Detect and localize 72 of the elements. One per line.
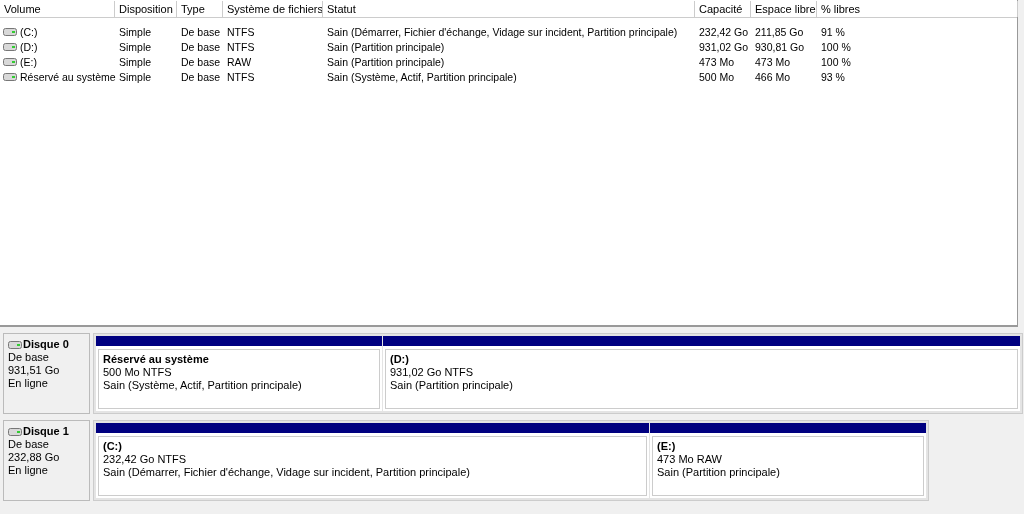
table-cell-text: 91 % <box>820 25 846 38</box>
table-cell-text: 232,42 Go <box>698 25 750 38</box>
table-cell-text: 100 % <box>820 40 852 53</box>
table-cell-text: NTFS <box>226 70 256 83</box>
column-header[interactable]: Volume <box>0 0 115 17</box>
table-cell-text: De base <box>180 70 222 83</box>
partition-status: Sain (Partition principale) <box>390 379 514 392</box>
column-header[interactable]: Espace libre <box>751 0 817 17</box>
table-cell-text: Simple <box>118 40 153 53</box>
disk-type: De base <box>8 351 50 364</box>
drive-icon <box>8 427 22 436</box>
partition-block[interactable]: Réservé au système 500 Mo NTFS Sain (Système, Actif, Partition principale) <box>96 336 382 411</box>
table-cell: (C:) <box>20 25 38 38</box>
table-cell-text: NTFS <box>226 40 256 53</box>
table-cell-text: 931,02 Go <box>698 40 750 53</box>
partition-status: Sain (Partition principale) <box>657 466 781 479</box>
partition-size: 931,02 Go NTFS <box>390 366 475 379</box>
table-cell-text: Sain (Système, Actif, Partition principale) <box>326 70 518 83</box>
table-cell-text: 100 % <box>820 55 852 68</box>
table-cell-text: De base <box>180 40 222 53</box>
partition-size: 473 Mo RAW <box>657 453 723 466</box>
table-cell-text: Sain (Démarrer, Fichier d'échange, Vidage sur incident, Partition principale) <box>326 25 679 38</box>
partition-name: Réservé au système <box>103 353 210 366</box>
partition-size: 500 Mo NTFS <box>103 366 173 379</box>
partition-status: Sain (Démarrer, Fichier d'échange, Vidage sur incident, Partition principale) <box>103 466 471 479</box>
partition-block[interactable]: (C:) 232,42 Go NTFS Sain (Démarrer, Fichier d'échange, Vidage sur incident, Partition principale) <box>96 423 649 498</box>
disk-info-panel[interactable]: Disque 1 De base 232,88 Go En ligne <box>3 420 90 501</box>
disk-name: Disque 0 <box>23 338 69 351</box>
partition-name: (E:) <box>657 440 677 453</box>
partition-name: (C:) <box>103 440 123 453</box>
table-cell-text: Simple <box>118 55 153 68</box>
column-header[interactable]: Statut <box>323 0 695 17</box>
partition-size: 232,42 Go NTFS <box>103 453 188 466</box>
disk-size: 931,51 Go <box>8 364 61 377</box>
table-cell-text: 930,81 Go <box>754 40 806 53</box>
table-cell-text: De base <box>180 25 222 38</box>
column-header[interactable]: Capacité <box>695 0 751 17</box>
drive-icon <box>3 27 17 36</box>
partition-status: Sain (Système, Actif, Partition principale) <box>103 379 303 392</box>
disk-name: Disque 1 <box>23 425 69 438</box>
table-cell-text: Simple <box>118 70 153 83</box>
table-cell-text: Simple <box>118 25 153 38</box>
table-cell: (D:) <box>20 40 38 53</box>
column-header[interactable]: Type <box>177 0 223 17</box>
table-cell-text: RAW <box>226 55 253 68</box>
column-header[interactable]: % libres <box>817 0 1018 17</box>
drive-icon <box>3 57 17 66</box>
drive-icon <box>3 42 17 51</box>
table-cell-text: 473 Mo <box>754 55 792 68</box>
table-cell-text: Sain (Partition principale) <box>326 55 446 68</box>
disk-type: De base <box>8 438 50 451</box>
table-cell: (E:) <box>20 55 37 68</box>
partition-block[interactable]: (D:) 931,02 Go NTFS Sain (Partition principale) <box>383 336 1020 411</box>
table-cell-text: De base <box>180 55 222 68</box>
column-header[interactable]: Disposition <box>115 0 177 17</box>
drive-icon <box>3 72 17 81</box>
table-cell-text: 500 Mo <box>698 70 736 83</box>
table-cell-text: 211,85 Go <box>754 25 805 38</box>
disk-info-panel[interactable]: Disque 0 De base 931,51 Go En ligne <box>3 333 90 414</box>
disk-size: 232,88 Go <box>8 451 61 464</box>
disk-status: En ligne <box>8 464 49 477</box>
partition-block[interactable]: (E:) 473 Mo RAW Sain (Partition principale) <box>650 423 926 498</box>
disk-status: En ligne <box>8 377 49 390</box>
drive-icon <box>8 340 22 349</box>
table-cell-text: 473 Mo <box>698 55 736 68</box>
partition-name: (D:) <box>390 353 410 366</box>
table-cell-text: 466 Mo <box>754 70 792 83</box>
table-cell: Réservé au système <box>20 70 116 83</box>
table-cell-text: Sain (Partition principale) <box>326 40 446 53</box>
table-cell-text: NTFS <box>226 25 256 38</box>
table-cell-text: 93 % <box>820 70 846 83</box>
column-header[interactable]: Système de fichiers <box>223 0 323 17</box>
